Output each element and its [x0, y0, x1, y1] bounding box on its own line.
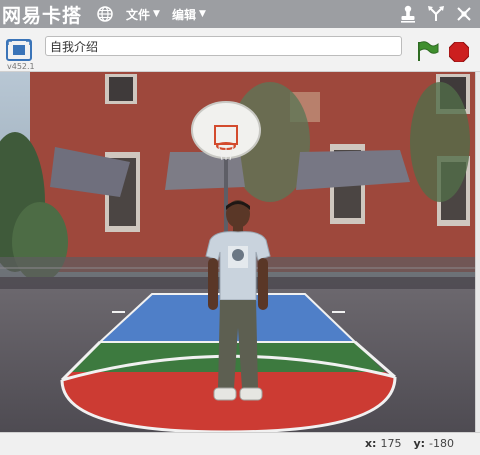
stage-canvas[interactable]: [0, 72, 476, 432]
project-title-input[interactable]: [45, 36, 402, 56]
file-menu[interactable]: 文件 ▼: [126, 6, 160, 23]
version-label: v452.1: [7, 62, 35, 71]
chevron-down-icon: ▼: [153, 9, 160, 19]
globe-icon[interactable]: [96, 5, 114, 23]
mouse-coordinates: x: 175 y: -180: [365, 437, 462, 450]
edit-menu-label: 编辑: [171, 7, 196, 22]
x-value: 175: [380, 437, 402, 450]
stage-header: v452.1: [0, 28, 480, 72]
y-value: -180: [429, 437, 454, 450]
sprite-tools: [398, 4, 474, 24]
stamp-icon[interactable]: [398, 4, 418, 24]
edit-menu[interactable]: 编辑 ▼: [172, 6, 206, 23]
stage-footer: x: 175 y: -180: [0, 432, 480, 455]
file-menu-label: 文件: [126, 7, 151, 22]
y-label: y:: [413, 437, 426, 450]
stop-sign-icon[interactable]: [448, 41, 470, 63]
x-label: x:: [364, 437, 377, 450]
fullscreen-icon[interactable]: [6, 39, 32, 61]
chevron-down-icon: ▼: [198, 9, 206, 19]
menu-bar: 网易卡搭 文件 ▼ 编辑 ▼: [0, 0, 480, 28]
boy-sprite[interactable]: [200, 200, 272, 408]
green-flag-icon[interactable]: [416, 40, 440, 62]
grow-arrows-icon[interactable]: [426, 4, 446, 24]
app-logo[interactable]: 网易卡搭: [2, 1, 82, 28]
shrink-arrows-icon[interactable]: [454, 4, 474, 24]
